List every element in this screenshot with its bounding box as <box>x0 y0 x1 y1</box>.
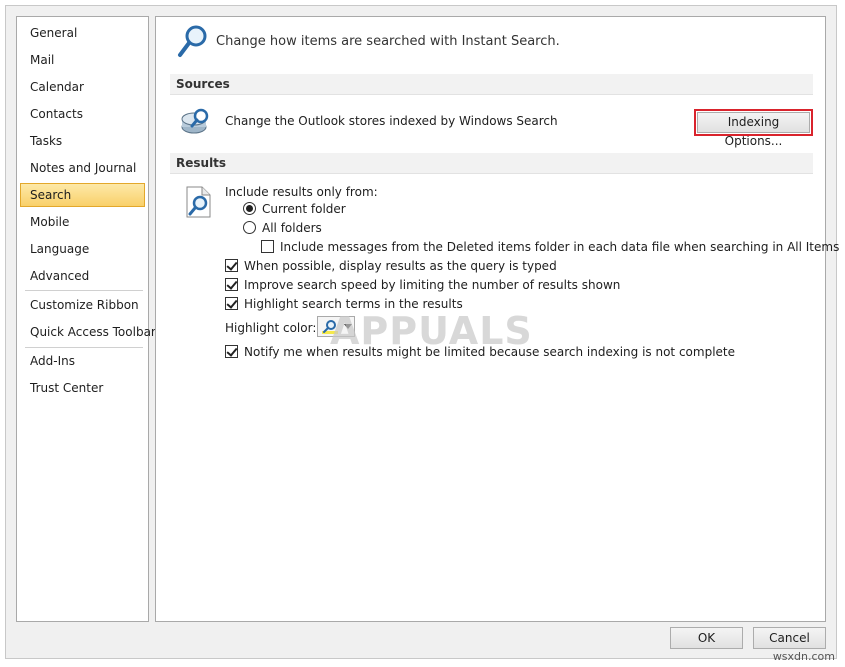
nav-item-general[interactable]: General <box>20 21 145 45</box>
improve-speed-checkbox[interactable] <box>225 278 238 291</box>
nav-item-customize-ribbon[interactable]: Customize Ribbon <box>20 293 145 317</box>
ok-button[interactable]: OK <box>670 627 743 649</box>
indexing-options-button[interactable]: Indexing Options... <box>694 109 813 148</box>
indexed-store-icon <box>180 105 214 137</box>
appuals-watermark: APPUALS <box>330 309 533 353</box>
magnifier-icon <box>176 23 210 59</box>
nav-separator <box>25 290 143 291</box>
nav-item-add-ins[interactable]: Add-Ins <box>20 349 145 373</box>
nav-separator <box>25 347 143 348</box>
nav-item-search[interactable]: Search <box>20 183 145 207</box>
cancel-button[interactable]: Cancel <box>753 627 826 649</box>
nav-item-advanced[interactable]: Advanced <box>20 264 145 288</box>
sources-section-header: Sources <box>170 74 813 95</box>
nav-item-quick-access-toolbar[interactable]: Quick Access Toolbar <box>20 320 156 344</box>
nav-item-notes-and-journal[interactable]: Notes and Journal <box>20 156 145 180</box>
nav-item-mobile[interactable]: Mobile <box>20 210 145 234</box>
nav-item-language[interactable]: Language <box>20 237 145 261</box>
display-as-typed-checkbox[interactable] <box>225 259 238 272</box>
options-nav-pane: General Mail Calendar Contacts Tasks Not… <box>16 16 156 622</box>
current-folder-label[interactable]: Current folder <box>262 201 346 217</box>
display-as-typed-label[interactable]: When possible, display results as the qu… <box>244 258 557 274</box>
site-tag: wsxdn.com <box>772 650 835 663</box>
improve-speed-label[interactable]: Improve search speed by limiting the num… <box>244 277 620 293</box>
sources-description: Change the Outlook stores indexed by Win… <box>225 114 558 128</box>
nav-item-contacts[interactable]: Contacts <box>20 102 145 126</box>
page-description: Change how items are searched with Insta… <box>216 34 560 49</box>
results-section-header: Results <box>170 153 813 174</box>
highlight-color-label: Highlight color: <box>225 321 317 335</box>
search-document-icon <box>184 185 214 219</box>
deleted-items-label[interactable]: Include messages from the Deleted items … <box>280 239 839 255</box>
highlight-terms-checkbox[interactable] <box>225 297 238 310</box>
nav-item-calendar[interactable]: Calendar <box>20 75 145 99</box>
current-folder-radio[interactable] <box>243 202 256 215</box>
nav-item-mail[interactable]: Mail <box>20 48 145 72</box>
include-results-label: Include results only from: <box>225 185 378 199</box>
all-folders-label[interactable]: All folders <box>262 220 322 236</box>
deleted-items-checkbox[interactable] <box>261 240 274 253</box>
nav-item-trust-center[interactable]: Trust Center <box>20 376 145 400</box>
nav-item-tasks[interactable]: Tasks <box>20 129 145 153</box>
all-folders-radio[interactable] <box>243 221 256 234</box>
notify-limited-checkbox[interactable] <box>225 345 238 358</box>
